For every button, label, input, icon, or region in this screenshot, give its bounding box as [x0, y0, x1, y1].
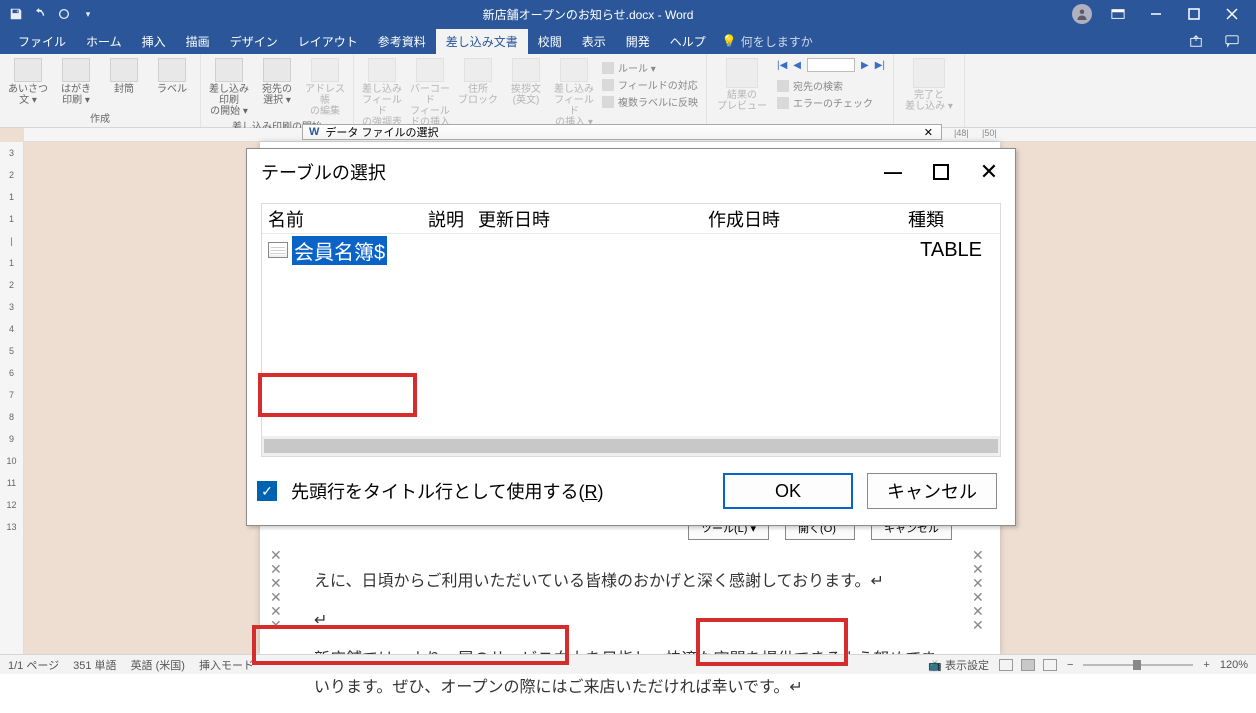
col-name[interactable]: 名前 [262, 206, 422, 232]
ribbon-button[interactable]: 封筒 [104, 58, 144, 95]
table-select-dialog: テーブルの選択 — ✕ 名前 説明 更新日時 作成日時 種類 会員名簿$ TAB… [246, 148, 1016, 526]
ribbon: あいさつ 文 ▾はがき 印刷 ▾封筒ラベル 作成 差し込み印刷 の開始 ▾宛先の… [0, 54, 1256, 128]
tab-ヘルプ[interactable]: ヘルプ [660, 29, 716, 54]
tab-ファイル[interactable]: ファイル [8, 29, 76, 54]
vertical-ruler[interactable]: 3211|12345678910111213 [0, 142, 24, 654]
ribbon-small-button[interactable]: エラーのチェック [777, 95, 885, 110]
status-page[interactable]: 1/1 ページ [8, 657, 59, 673]
ribbon-group-start: 差し込み印刷 の開始 ▾宛先の 選択 ▾アドレス帳 の編集 差し込み印刷の開始 [201, 54, 354, 127]
header-row-label: 先頭行をタイトル行として使用する(R) [291, 478, 603, 504]
tab-デザイン[interactable]: デザイン [220, 29, 288, 54]
title-bar: ▾ 新店舗オープンのお知らせ.docx - Word [0, 0, 1256, 28]
tab-ホーム[interactable]: ホーム [76, 29, 132, 54]
finish-merge-button[interactable]: 完了と 差し込み ▾ [902, 58, 956, 112]
ribbon-small-button[interactable]: ルール ▾ [602, 60, 698, 75]
tab-校閲[interactable]: 校閲 [528, 29, 572, 54]
file-dialog-titlebar: W データ ファイルの選択 ✕ [302, 124, 942, 140]
view-mode-icons[interactable] [999, 659, 1057, 671]
ribbon-tabs: ファイルホーム挿入描画デザインレイアウト参考資料差し込み文書校閲表示開発ヘルプ … [0, 28, 1256, 54]
comments-icon[interactable] [1220, 31, 1244, 51]
close-button[interactable] [1220, 4, 1244, 24]
tab-描画[interactable]: 描画 [176, 29, 220, 54]
search-placeholder: 何をしますか [741, 33, 813, 50]
tab-表示[interactable]: 表示 [572, 29, 616, 54]
status-bar: 1/1 ページ 351 単語 英語 (米国) 挿入モード 📺 表示設定 − + … [0, 654, 1256, 674]
tell-me-search[interactable]: 💡 何をしますか [722, 33, 813, 50]
dialog-footer: ✓ 先頭行をタイトル行として使用する(R) OK キャンセル [247, 457, 1015, 525]
lightbulb-icon: 💡 [722, 34, 737, 48]
ribbon-group-finish: 完了と 差し込み ▾ [894, 54, 965, 127]
column-headers[interactable]: 名前 説明 更新日時 作成日時 種類 [262, 204, 1000, 234]
close-button[interactable]: ✕ [979, 162, 999, 182]
ribbon-small-button[interactable]: 複数ラベルに反映 [602, 94, 698, 109]
document-body[interactable]: えに、日頃からご利用いただいている皆様のおかげと深く感謝しております。↵ ↵ 新… [314, 568, 946, 713]
ribbon-group-preview: 結果の プレビュー |◀◀▶▶| 宛先の検索エラーのチェック [707, 54, 894, 127]
maximize-button[interactable] [1182, 4, 1206, 24]
dialog-titlebar: テーブルの選択 — ✕ [247, 149, 1015, 195]
table-list[interactable]: 名前 説明 更新日時 作成日時 種類 会員名簿$ TABLE [261, 203, 1001, 457]
col-type[interactable]: 種類 [902, 206, 1000, 232]
ribbon-button[interactable]: ラベル [152, 58, 192, 95]
border-decoration: ✕✕✕✕✕✕ [270, 548, 288, 654]
tab-差し込み文書[interactable]: 差し込み文書 [436, 29, 528, 54]
zoom-slider[interactable] [1083, 664, 1193, 666]
ribbon-button[interactable]: アドレス帳 の編集 [305, 58, 345, 117]
tab-挿入[interactable]: 挿入 [132, 29, 176, 54]
col-updated[interactable]: 更新日時 [472, 206, 702, 232]
zoom-out-button[interactable]: − [1067, 659, 1073, 671]
border-decoration: ✕✕✕✕✕✕ [972, 548, 990, 654]
ribbon-button[interactable]: はがき 印刷 ▾ [56, 58, 96, 106]
share-icon[interactable] [1184, 31, 1208, 51]
zoom-level[interactable]: 120% [1220, 659, 1248, 671]
status-words[interactable]: 351 単語 [73, 657, 116, 673]
window-controls [1072, 4, 1256, 24]
print-layout-icon[interactable] [1021, 659, 1035, 671]
undo-icon[interactable] [32, 6, 48, 22]
qat-dropdown-icon[interactable]: ▾ [80, 6, 96, 22]
tab-レイアウト[interactable]: レイアウト [288, 29, 368, 54]
minimize-button[interactable] [1144, 4, 1168, 24]
ribbon-small-button[interactable]: 宛先の検索 [777, 78, 885, 93]
status-mode[interactable]: 挿入モード [199, 657, 254, 673]
minimize-button[interactable]: — [883, 162, 903, 182]
tab-開発[interactable]: 開発 [616, 29, 660, 54]
table-name: 会員名簿$ [292, 236, 387, 265]
col-desc[interactable]: 説明 [422, 206, 472, 232]
read-mode-icon[interactable] [999, 659, 1013, 671]
tab-参考資料[interactable]: 参考資料 [368, 29, 436, 54]
table-row[interactable]: 会員名簿$ TABLE [262, 234, 1000, 266]
maximize-button[interactable] [931, 162, 951, 182]
save-icon[interactable] [8, 6, 24, 22]
quick-access-toolbar: ▾ [0, 6, 104, 22]
preview-results-button[interactable]: 結果の プレビュー [715, 58, 769, 112]
ribbon-button[interactable]: 宛先の 選択 ▾ [257, 58, 297, 106]
close-icon[interactable]: ✕ [916, 126, 941, 139]
file-dialog-title: データ ファイルの選択 [325, 124, 438, 140]
web-layout-icon[interactable] [1043, 659, 1057, 671]
ribbon-small-button[interactable]: フィールドの対応 [602, 77, 698, 92]
ok-button[interactable]: OK [723, 473, 853, 509]
window-title: 新店舗オープンのお知らせ.docx - Word [104, 6, 1072, 23]
header-row-checkbox[interactable]: ✓ [257, 481, 277, 501]
ribbon-button[interactable]: 差し込み印刷 の開始 ▾ [209, 58, 249, 117]
user-avatar-icon[interactable] [1072, 4, 1092, 24]
cancel-button[interactable]: キャンセル [867, 473, 997, 509]
ribbon-group-fields: 差し込みフィールド の強調表示バーコード フィールドの挿入 ▾住所 ブロック挨拶… [354, 54, 707, 127]
record-navigation[interactable]: |◀◀▶▶| [777, 58, 885, 72]
ribbon-group-label: 作成 [8, 110, 192, 125]
ribbon-display-icon[interactable] [1106, 4, 1130, 24]
sheet-icon [268, 242, 288, 258]
zoom-in-button[interactable]: + [1203, 659, 1209, 671]
dialog-title: テーブルの選択 [261, 159, 386, 185]
col-created[interactable]: 作成日時 [702, 206, 902, 232]
ribbon-button[interactable]: あいさつ 文 ▾ [8, 58, 48, 106]
redo-icon[interactable] [56, 6, 72, 22]
horizontal-scrollbar[interactable] [262, 436, 1000, 456]
table-type: TABLE [920, 239, 1000, 262]
ribbon-group-create: あいさつ 文 ▾はがき 印刷 ▾封筒ラベル 作成 [0, 54, 201, 127]
status-language[interactable]: 英語 (米国) [131, 657, 185, 673]
display-settings[interactable]: 📺 表示設定 [928, 657, 989, 673]
word-icon: W [309, 126, 319, 138]
